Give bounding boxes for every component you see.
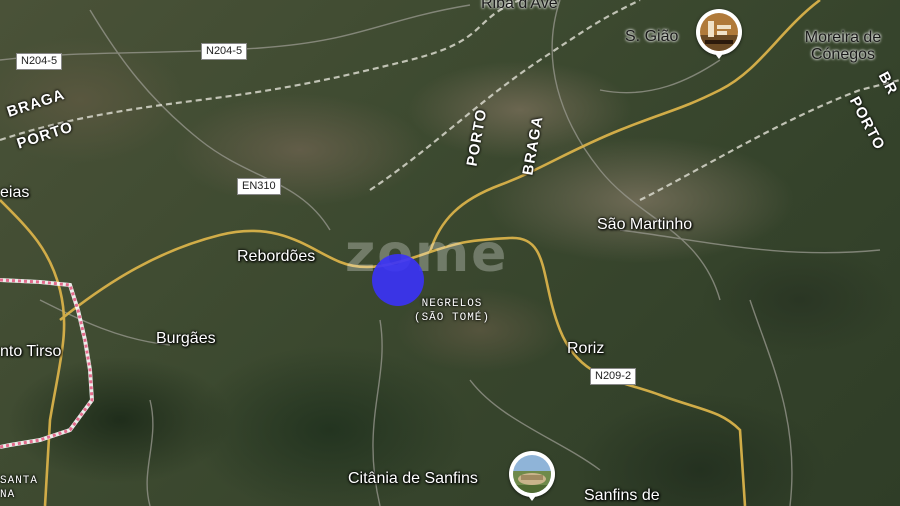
poi-citania-de-sanfins[interactable] (509, 451, 555, 501)
place-rebordoes: Rebordões (237, 248, 316, 265)
parish-label-negrelos: NEGRELOS (SÃO TOMÉ) (410, 297, 494, 325)
place-s-giao: S. Gião (625, 28, 679, 45)
place-riba-de-ave: Riba d'Ave (481, 0, 558, 12)
road-shield-en310: EN310 (237, 178, 281, 195)
santa-line-1: SANTA (0, 475, 39, 487)
citania-poi-icon (513, 455, 551, 493)
poi-s-giao[interactable] (696, 9, 742, 59)
place-sao-martinho: São Martinho (597, 216, 693, 233)
watermark: zome (345, 224, 509, 284)
place-sanfins-de: Sanfins de (584, 487, 660, 504)
parish-line-1: NEGRELOS (421, 298, 483, 310)
satellite-map[interactable]: zome BRAGA PORTO PORTO BRAGA PORTO BR N2… (0, 0, 900, 506)
place-eias: eias (0, 184, 30, 201)
santa-line-2: NA (0, 489, 16, 501)
place-burgaes: Burgães (156, 330, 216, 347)
road-shield-n204-5: N204-5 (201, 43, 248, 60)
place-citania-de-sanfins: Citânia de Sanfins (348, 470, 478, 487)
place-moreira-de-conegos: Moreira de Cónegos (804, 29, 882, 63)
place-santo-tirso: nto Tirso (0, 343, 62, 360)
place-santa-cutoff: SANTA NA (0, 474, 38, 502)
place-roriz: Roriz (567, 340, 605, 357)
road-shield-n209-2: N209-2 (590, 368, 637, 385)
s-giao-poi-icon (700, 13, 738, 51)
road-shield-n204-5-left: N204-5 (16, 53, 63, 70)
parish-line-2: (SÃO TOMÉ) (413, 312, 490, 324)
